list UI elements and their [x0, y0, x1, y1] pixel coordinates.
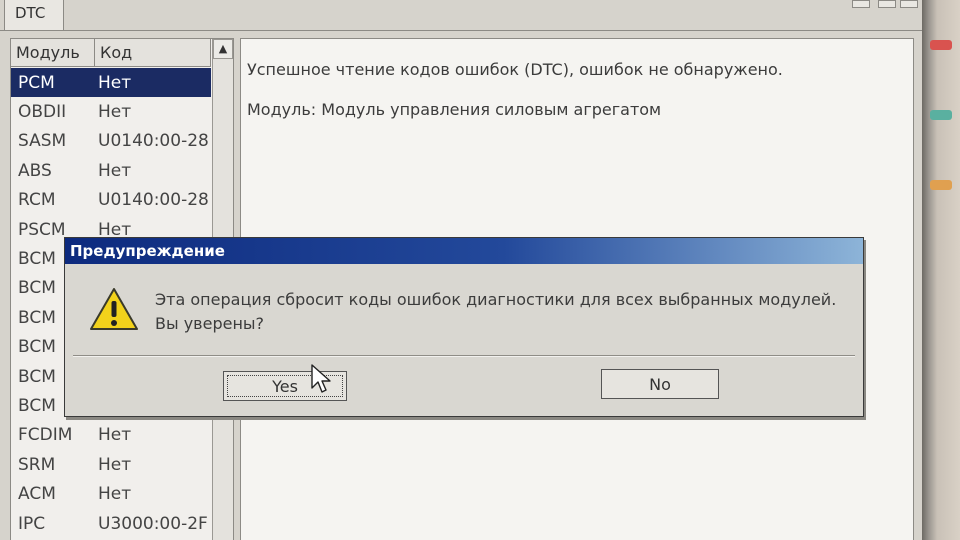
mouse-cursor-icon — [311, 364, 331, 393]
monitor-bezel — [922, 0, 960, 540]
table-row[interactable]: RCM U0140:00-28 — [11, 186, 211, 215]
warning-icon — [90, 288, 138, 330]
close-button[interactable] — [900, 0, 918, 8]
dtc-code: Нет — [98, 160, 132, 181]
scroll-up-icon[interactable]: ▲ — [213, 39, 233, 59]
module-name: RCM — [18, 190, 56, 211]
table-row[interactable]: ABS Нет — [11, 156, 211, 185]
dtc-code: Нет — [98, 484, 132, 505]
table-row[interactable]: IPC U3000:00-2F — [11, 509, 211, 538]
dialog-title: Предупреждение — [65, 238, 863, 264]
table-row[interactable]: FCDIM Нет — [11, 421, 211, 450]
module-name: SRM — [18, 454, 56, 475]
dtc-code: Нет — [98, 102, 132, 123]
warning-dialog: Предупреждение Эта операция сбросит коды… — [64, 237, 864, 417]
dtc-code: Нет — [98, 72, 132, 93]
background-object — [930, 110, 952, 120]
module-name: SASM — [18, 131, 67, 152]
module-name: ABS — [18, 160, 52, 181]
dialog-message-line2: Вы уверены? — [155, 314, 265, 333]
module-name: FCDIM — [18, 425, 73, 446]
list-header: Модуль Код — [11, 39, 211, 67]
table-row[interactable]: SRM Нет — [11, 450, 211, 479]
dtc-code: U0140:00-28 — [98, 131, 209, 152]
background-object — [930, 180, 952, 190]
module-name: OBDII — [18, 102, 67, 123]
dialog-separator — [73, 355, 855, 357]
maximize-button[interactable] — [878, 0, 896, 8]
dtc-code: Нет — [98, 454, 132, 475]
tab-dtc[interactable]: DTC — [4, 0, 64, 30]
screen: DTC Модуль Код ▲ PCM Нет OBDII Нет SASM U0140… — [0, 0, 922, 540]
table-row[interactable]: PCM Нет — [11, 68, 211, 98]
tab-strip: DTC — [0, 0, 922, 31]
minimize-button[interactable] — [852, 0, 870, 8]
dtc-code: U3000:00-2F — [98, 513, 208, 534]
table-row[interactable]: SASM U0140:00-28 — [11, 127, 211, 156]
dtc-code: Нет — [98, 425, 132, 446]
background-object — [930, 40, 952, 50]
column-header-module[interactable]: Модуль — [11, 39, 95, 67]
module-name: PCM — [18, 72, 55, 93]
table-row[interactable]: ACM Нет — [11, 479, 211, 508]
module-name: ACM — [18, 484, 56, 505]
table-row[interactable]: OBDII Нет — [11, 97, 211, 126]
dialog-message: Эта операция сбросит коды ошибок диагнос… — [155, 288, 836, 336]
module-description: Модуль: Модуль управления силовым агрега… — [247, 100, 662, 119]
no-button[interactable]: No — [601, 369, 719, 399]
dtc-code: U0140:00-28 — [98, 190, 209, 211]
dialog-message-line1: Эта операция сбросит коды ошибок диагнос… — [155, 290, 837, 309]
status-message: Успешное чтение кодов ошибок (DTC), ошиб… — [247, 60, 783, 79]
module-name: IPC — [18, 513, 46, 534]
column-header-code[interactable]: Код — [95, 39, 211, 67]
